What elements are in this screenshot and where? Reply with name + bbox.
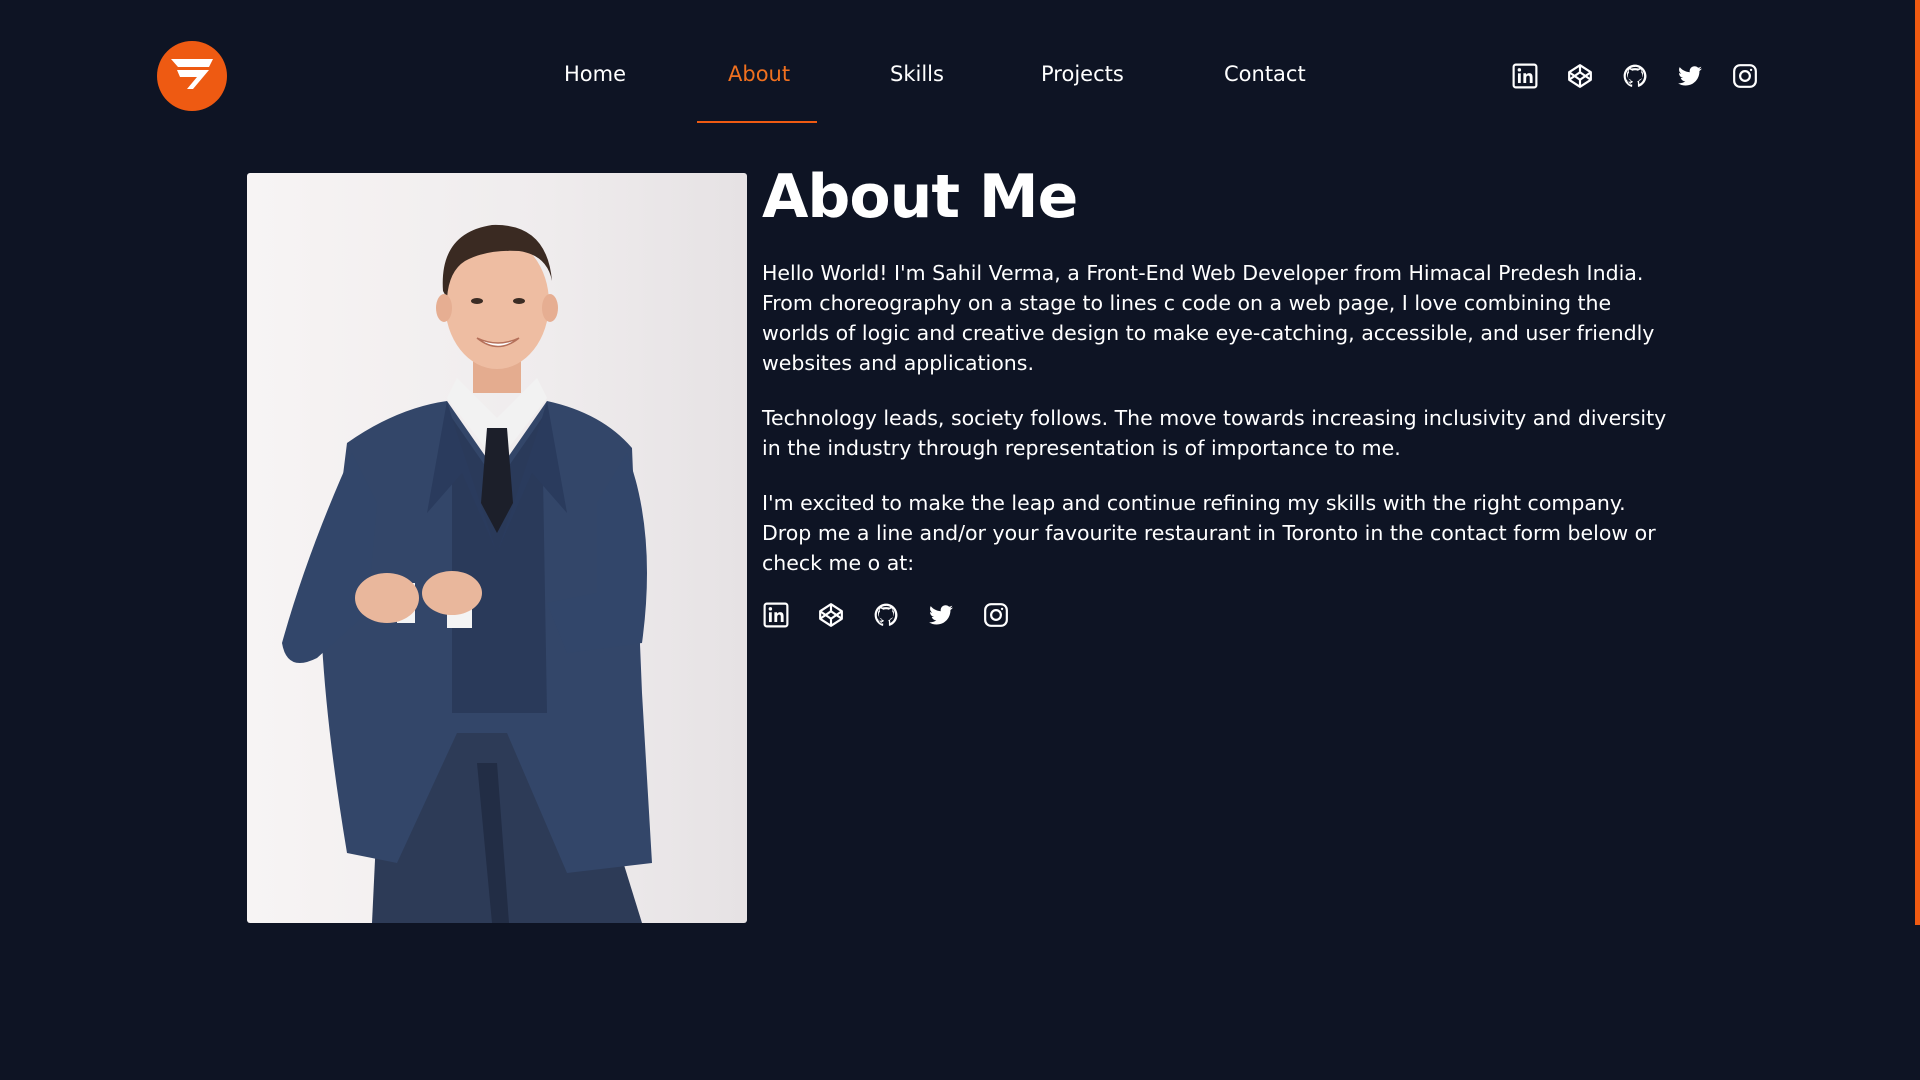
github-icon <box>1622 63 1648 89</box>
instagram-icon <box>983 602 1009 628</box>
twitter-icon <box>928 602 954 628</box>
nav-about[interactable]: About <box>728 62 790 86</box>
about-github-link[interactable] <box>872 601 900 629</box>
nav-skills[interactable]: Skills <box>890 62 944 86</box>
about-codepen-link[interactable] <box>817 601 845 629</box>
about-paragraph-2: Technology leads, society follows. The m… <box>762 406 1667 460</box>
about-social-links <box>762 601 1010 629</box>
about-linkedin-link[interactable] <box>762 601 790 629</box>
nav-contact[interactable]: Contact <box>1224 62 1306 86</box>
about-paragraph-3: I'm excited to make the leap and continu… <box>762 491 1656 575</box>
linkedin-icon <box>763 602 789 628</box>
about-page: Home About Skills Projects Contact About… <box>0 0 1920 1080</box>
about-instagram-link[interactable] <box>982 601 1010 629</box>
header-twitter-link[interactable] <box>1676 62 1704 90</box>
github-icon <box>873 602 899 628</box>
nav-active-indicator <box>697 121 817 123</box>
header-social-links <box>1511 62 1759 90</box>
twitter-icon <box>1677 63 1703 89</box>
nav-projects[interactable]: Projects <box>1041 62 1124 86</box>
header-github-link[interactable] <box>1621 62 1649 90</box>
header-instagram-link[interactable] <box>1731 62 1759 90</box>
page-title: About Me <box>762 162 1078 232</box>
about-description: Hello World! I'm Sahil Verma, a Front-En… <box>762 258 1667 603</box>
header-codepen-link[interactable] <box>1566 62 1594 90</box>
about-twitter-link[interactable] <box>927 601 955 629</box>
scrollbar-accent[interactable] <box>1915 0 1920 925</box>
linkedin-icon <box>1512 63 1538 89</box>
codepen-icon <box>818 602 844 628</box>
about-paragraph-1: Hello World! I'm Sahil Verma, a Front-En… <box>762 261 1655 375</box>
header-linkedin-link[interactable] <box>1511 62 1539 90</box>
nav-home[interactable]: Home <box>564 62 626 86</box>
codepen-icon <box>1567 63 1593 89</box>
profile-photo <box>247 173 747 923</box>
instagram-icon <box>1732 63 1758 89</box>
